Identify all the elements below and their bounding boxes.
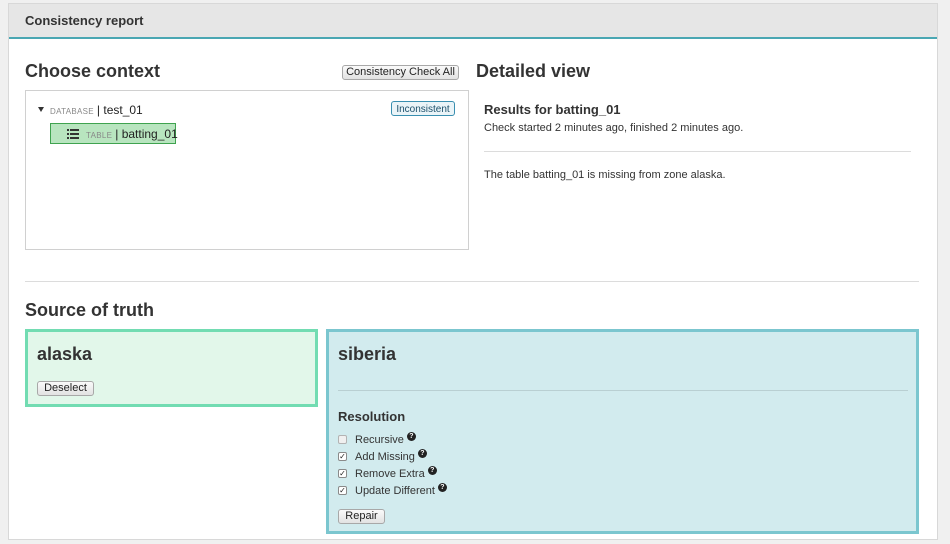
zone-card-alaska: alaska Deselect [25, 329, 318, 407]
question-circle-icon[interactable]: ? [406, 432, 416, 441]
zone-divider [338, 390, 908, 391]
remove-extra-checkbox[interactable]: ✓ [338, 469, 347, 478]
add-missing-checkbox[interactable]: ✓ [338, 452, 347, 461]
zone-name-siberia: siberia [338, 344, 397, 364]
source-of-truth-heading: Source of truth [25, 300, 154, 320]
remove-extra-label: Remove Extra [355, 468, 425, 480]
add-missing-label: Add Missing [355, 451, 415, 463]
update-different-label: Update Different [355, 485, 435, 497]
detail-message: The table batting_01 is missing from zon… [484, 169, 726, 181]
section-divider [25, 281, 919, 282]
panel-header: Consistency report [9, 4, 937, 39]
choose-context-heading: Choose context [25, 61, 161, 81]
table-node-label: TABLE | batting_01 [86, 127, 178, 141]
table-list-icon [67, 129, 79, 139]
detailed-view-heading: Detailed view [476, 61, 591, 81]
context-tree: DATABASE | test_01 Inconsistent TABLE | ba… [25, 90, 469, 250]
consistency-report-panel: Consistency report Choose context Consis… [8, 3, 938, 540]
deselect-button[interactable]: Deselect [37, 381, 94, 396]
update-different-checkbox[interactable]: ✓ [338, 486, 347, 495]
caret-down-icon[interactable] [38, 107, 44, 112]
resolution-title: Resolution [338, 409, 406, 424]
database-name: | test_01 [96, 103, 143, 117]
detail-divider [484, 151, 911, 152]
question-circle-icon[interactable]: ? [417, 449, 427, 458]
tree-node-table[interactable]: TABLE | batting_01 [50, 123, 178, 144]
zone-card-siberia: siberia Resolution Recursive? ✓ Add Miss… [326, 329, 919, 534]
recursive-label: Recursive [355, 434, 404, 446]
consistency-check-all-button[interactable]: Consistency Check All [342, 65, 459, 80]
question-circle-icon[interactable]: ? [427, 466, 437, 475]
recursive-checkbox[interactable] [338, 435, 347, 444]
zone-name-alaska: alaska [37, 344, 93, 364]
results-title: Results for batting_01 [484, 102, 621, 117]
table-type-label: TABLE [86, 131, 113, 140]
status-badge: Inconsistent [391, 101, 455, 116]
table-name: | batting_01 [115, 127, 178, 141]
panel-title: Consistency report [25, 13, 144, 28]
repair-button[interactable]: Repair [338, 509, 385, 524]
database-type-label: DATABASE [50, 107, 94, 116]
check-info-text: Check started 2 minutes ago, finished 2 … [484, 122, 744, 134]
tree-node-database[interactable]: DATABASE | test_01 [50, 103, 143, 117]
question-circle-icon[interactable]: ? [437, 483, 447, 492]
